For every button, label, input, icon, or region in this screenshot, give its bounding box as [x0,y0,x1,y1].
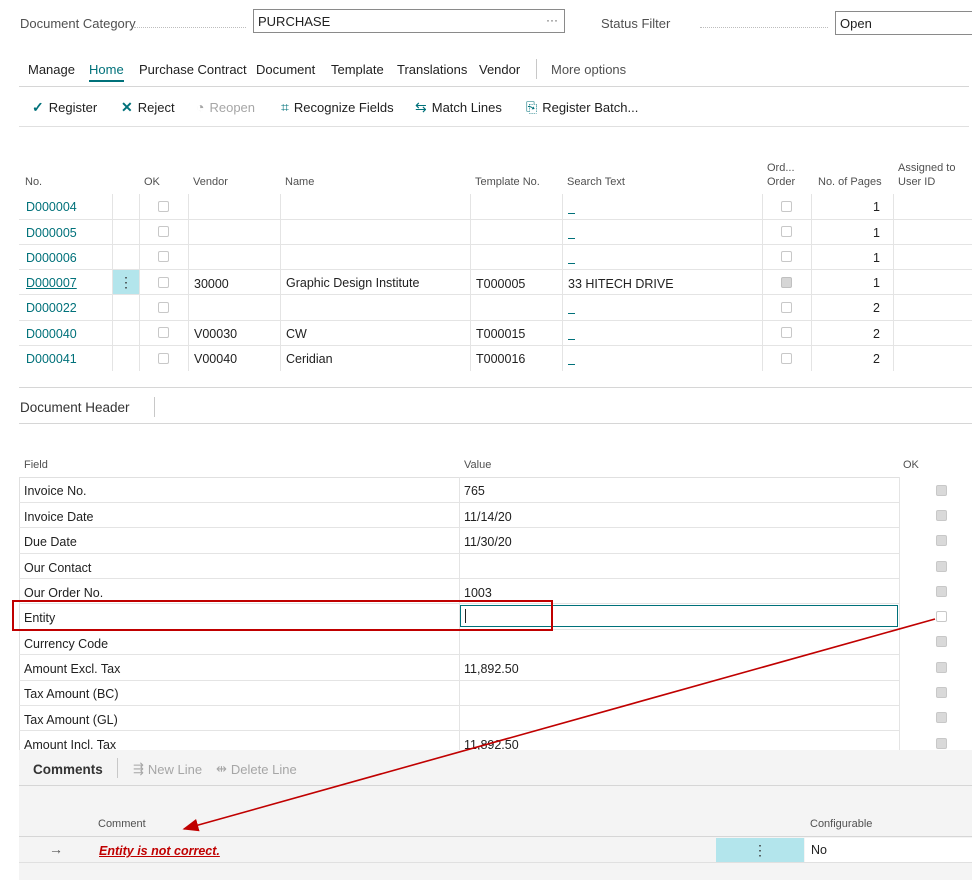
annotation-arrow [182,618,936,832]
